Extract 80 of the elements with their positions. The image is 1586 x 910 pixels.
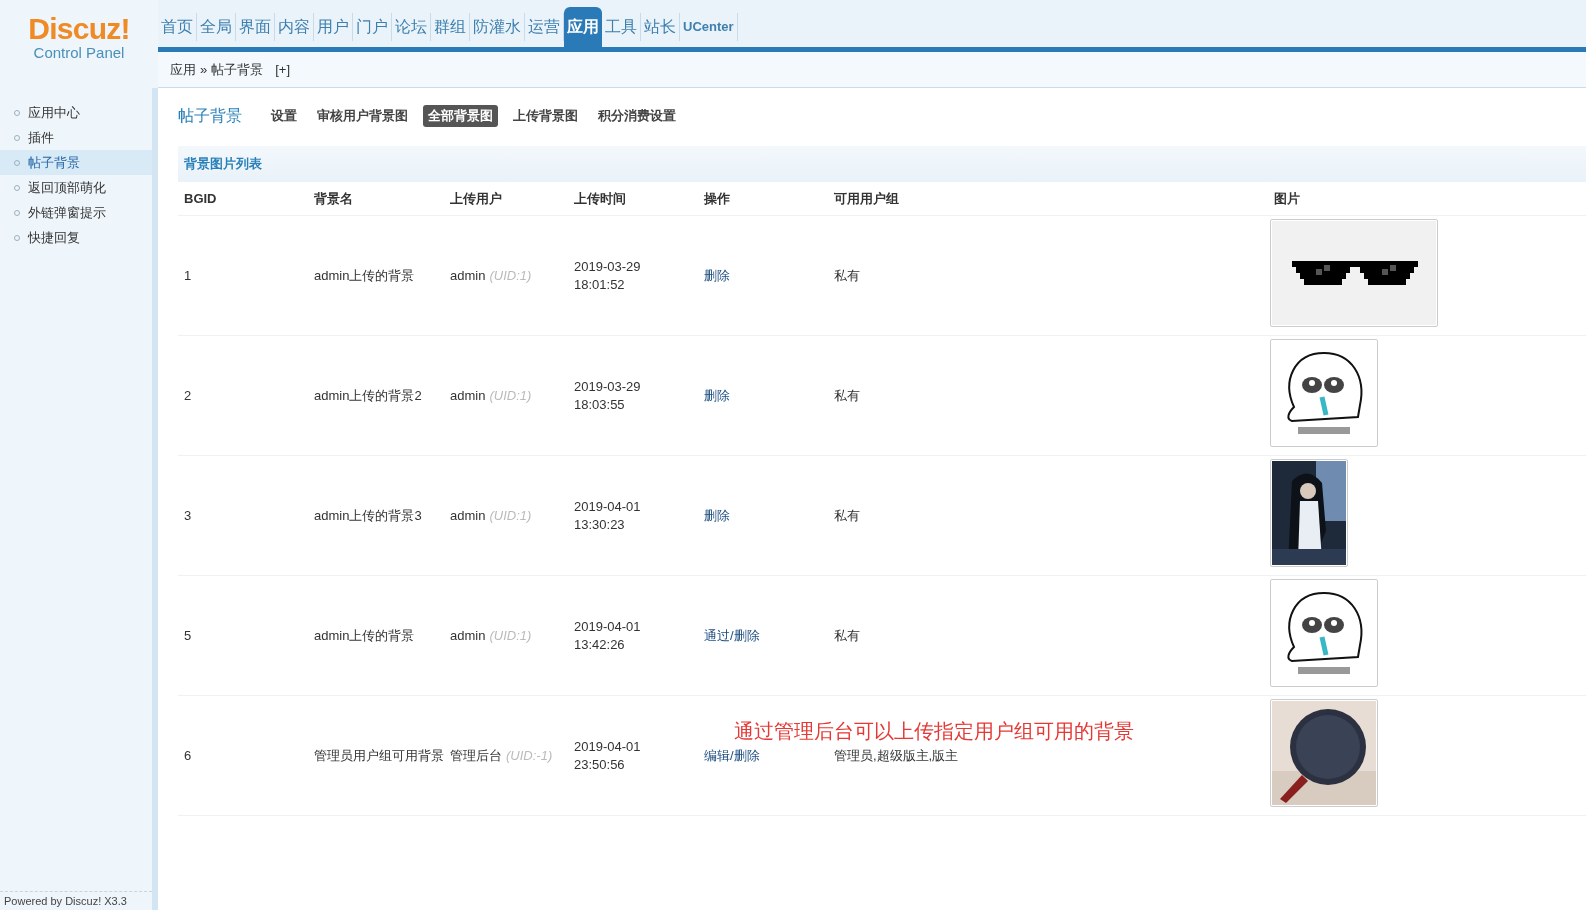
nav-tab[interactable]: 工具 [602, 13, 641, 41]
sub-tab[interactable]: 上传背景图 [508, 105, 583, 127]
nav-tab[interactable]: 首页 [158, 13, 197, 41]
nav-tab[interactable]: 论坛 [392, 13, 431, 41]
column-header: 背景名 [313, 189, 354, 208]
table-cell-text: 2019-03-29 18:01:52 [573, 257, 642, 294]
breadcrumb-link[interactable]: 应用 [170, 59, 196, 80]
action-separator: / [730, 746, 734, 765]
table-cell-text: admin上传的背景3 [313, 506, 423, 525]
action-link[interactable]: 删除 [733, 745, 760, 766]
sidebar-item[interactable]: 外链弹窗提示 [0, 200, 152, 225]
table-cell-text: 2019-03-29 18:03:55 [573, 377, 642, 414]
table-title: 背景图片列表 [184, 155, 262, 174]
table-cell-text: 6 [183, 746, 193, 765]
table-cell-text: admin上传的背景 [313, 266, 416, 285]
table-cell-text: 私有 [833, 386, 861, 405]
table-cell-text: 2019-04-01 23:50:56 [573, 737, 642, 774]
user-name: admin [450, 626, 486, 645]
action-link[interactable]: 删除 [704, 385, 730, 406]
user-id: (UID:1) [489, 506, 532, 525]
page-title: 帖子背景 [178, 106, 242, 126]
user-id: (UID:1) [489, 626, 532, 645]
column-header: 上传用户 [449, 189, 503, 208]
action-link[interactable]: 删除 [704, 265, 730, 286]
sidebar-item[interactable]: 快捷回复 [0, 225, 152, 250]
user-id: (UID:-1) [506, 746, 553, 765]
sub-tab[interactable]: 全部背景图 [423, 105, 498, 127]
user-name: admin [450, 386, 486, 405]
table-cell-text: 3 [183, 506, 193, 525]
breadcrumb-separator: » [200, 60, 208, 79]
action-link[interactable]: 删除 [704, 505, 730, 526]
breadcrumb-current: 帖子背景 [211, 60, 264, 79]
logo: Discuz! [28, 14, 130, 44]
nav-tab[interactable]: 站长 [641, 13, 680, 41]
nav-tab[interactable]: UCenter [680, 13, 738, 41]
action-link[interactable]: 通过 [704, 625, 730, 646]
logo-subtitle: Control Panel [33, 44, 125, 63]
table-cell-text: 私有 [833, 626, 861, 645]
sidebar-item[interactable]: 返回顶部萌化 [0, 175, 152, 200]
table-cell-text: 5 [183, 626, 193, 645]
user-name: 管理后台 [450, 746, 502, 765]
table-cell-text: 私有 [833, 506, 861, 525]
table-cell-text: 2 [183, 386, 193, 405]
table-cell-text: 管理员,超级版主,版主 [833, 746, 960, 765]
add-shortcut-link[interactable]: [+] [275, 59, 291, 80]
action-separator: / [730, 626, 734, 645]
action-link[interactable]: 删除 [733, 625, 760, 646]
sidebar-item[interactable]: 插件 [0, 125, 152, 150]
column-header: 可用用户组 [833, 189, 900, 208]
nav-tab[interactable]: 全局 [197, 13, 236, 41]
table-cell-text: admin上传的背景2 [313, 386, 423, 405]
user-name: admin [450, 266, 486, 285]
column-header: 图片 [1273, 189, 1301, 208]
column-header: 操作 [703, 189, 731, 208]
table-cell-text: 2019-04-01 13:42:26 [573, 617, 642, 654]
nav-tab[interactable]: 群组 [431, 13, 470, 41]
table-cell-text: 2019-04-01 13:30:23 [573, 497, 642, 534]
nav-tab[interactable]: 内容 [275, 13, 314, 41]
sub-tab[interactable]: 审核用户背景图 [312, 105, 413, 127]
column-header: BGID [183, 189, 218, 208]
sub-tab[interactable]: 设置 [266, 105, 302, 127]
annotation-text: 通过管理后台可以上传指定用户组可用的背景 [734, 719, 1134, 744]
sidebar-item[interactable]: 应用中心 [0, 100, 152, 125]
table-cell-text: 管理员用户组可用背景 [313, 746, 444, 765]
user-id: (UID:1) [489, 386, 532, 405]
nav-tab[interactable]: 门户 [353, 13, 392, 41]
nav-tab[interactable]: 用户 [314, 13, 353, 41]
nav-tab[interactable]: 防灌水 [470, 13, 525, 41]
sidebar-item[interactable]: 帖子背景 [0, 150, 152, 175]
user-name: admin [450, 506, 486, 525]
action-link[interactable]: 编辑 [704, 745, 730, 766]
nav-tab[interactable]: 界面 [236, 13, 275, 41]
column-header: 上传时间 [573, 189, 627, 208]
table-cell-text: 私有 [833, 266, 861, 285]
powered-by-text: Powered by Discuz! X3.3 [4, 895, 128, 909]
table-cell-text: 1 [183, 266, 193, 285]
sub-tab[interactable]: 积分消费设置 [593, 105, 681, 127]
user-id: (UID:1) [489, 266, 532, 285]
nav-tab[interactable]: 应用 [564, 7, 602, 47]
table-cell-text: admin上传的背景 [313, 626, 416, 645]
